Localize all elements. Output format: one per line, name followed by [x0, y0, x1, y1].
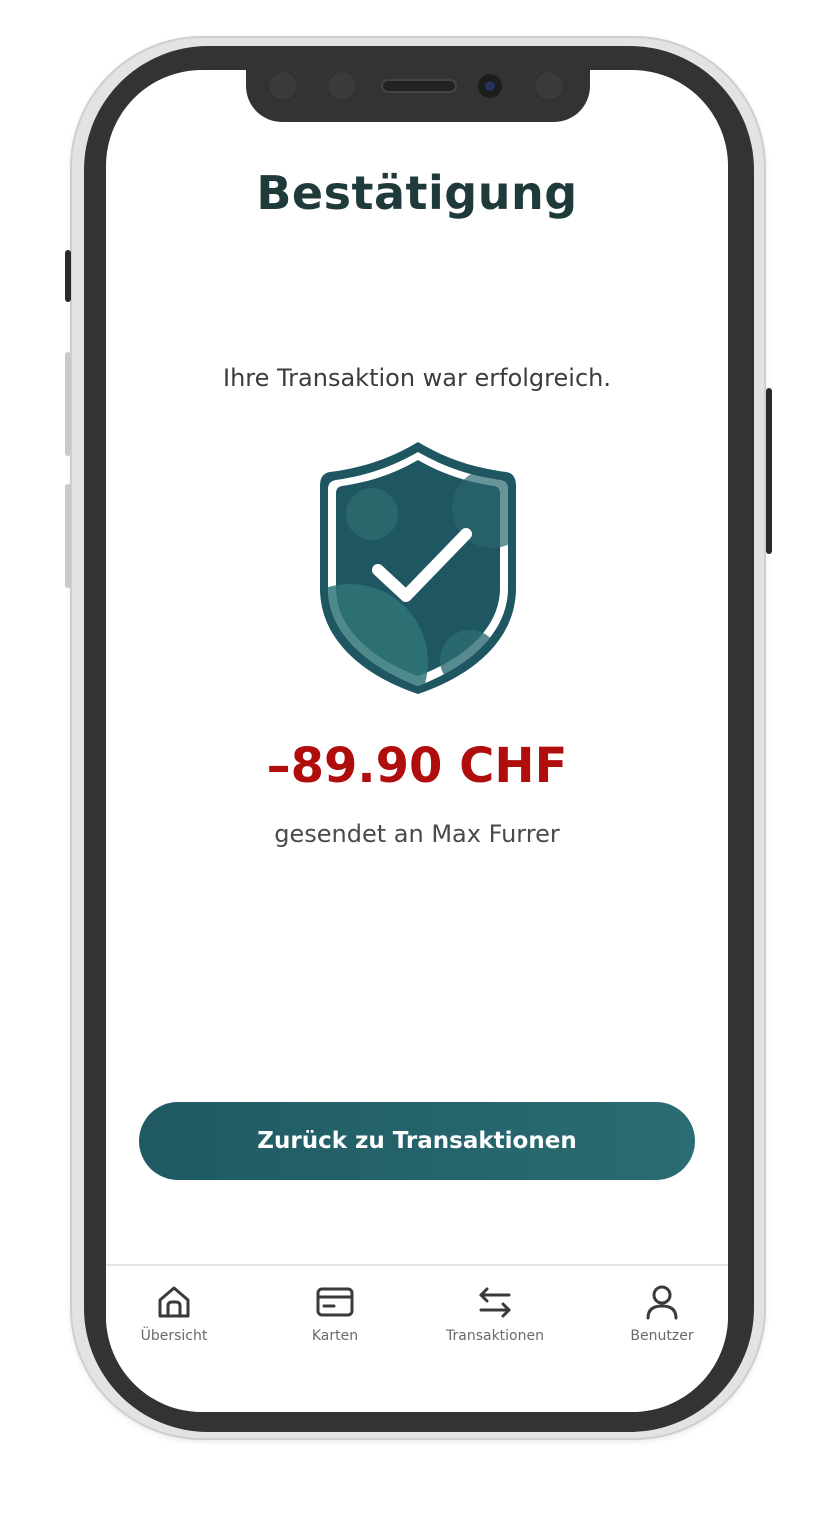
transaction-amount: –89.90 CHF: [266, 738, 568, 794]
card-icon: [316, 1287, 354, 1317]
page-title: Bestätigung: [256, 166, 578, 220]
earpiece-speaker: [381, 79, 457, 93]
nav-label-user: Benutzer: [630, 1328, 694, 1344]
home-icon: [158, 1286, 190, 1318]
nav-item-user[interactable]: Benutzer: [597, 1282, 727, 1344]
user-icon: [646, 1285, 678, 1320]
notch-sensor: [268, 71, 298, 101]
volume-up-button: [65, 352, 71, 456]
mute-switch: [65, 250, 71, 302]
nav-label-overview: Übersicht: [140, 1328, 208, 1344]
nav-label-cards: Karten: [311, 1328, 359, 1344]
front-camera: [478, 74, 502, 98]
notch-sensor: [534, 71, 564, 101]
transfer-arrows-icon: [479, 1287, 511, 1318]
recipient-text: gesendet an Max Furrer: [274, 820, 560, 848]
power-button: [766, 388, 772, 554]
device-mockup: Bestätigung Ihre Transaktion war erfolgr…: [0, 0, 820, 1524]
nav-label-transactions: Transaktionen: [446, 1328, 544, 1344]
nav-item-cards[interactable]: Karten: [270, 1282, 400, 1344]
success-message: Ihre Transaktion war erfolgreich.: [223, 364, 611, 392]
app-screen: Bestätigung Ihre Transaktion war erfolgr…: [106, 70, 728, 1412]
nav-item-transactions[interactable]: Transaktionen: [430, 1282, 560, 1344]
bottom-navigation: Übersicht Karten Transaktionen Benutzer: [106, 1264, 728, 1412]
volume-down-button: [65, 484, 71, 588]
notch-sensor: [327, 71, 357, 101]
nav-item-overview[interactable]: Übersicht: [109, 1282, 239, 1344]
back-to-transactions-button[interactable]: Zurück zu Transaktionen: [139, 1102, 695, 1180]
shield-check-icon: [320, 442, 516, 694]
